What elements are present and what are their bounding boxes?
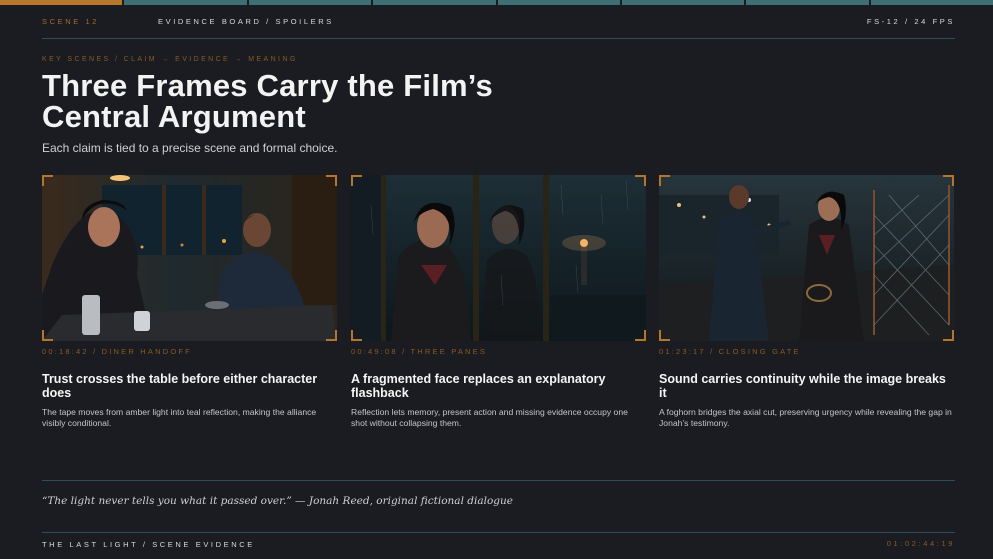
fps-label: FS-12 / 24 FPS — [866, 17, 955, 26]
frame-corner — [351, 330, 362, 341]
reflection-still-image — [351, 175, 646, 341]
card-heading: Sound carries continuity while the image… — [659, 372, 946, 400]
card-timecode: 01:23:17 / CLOSING GATE — [659, 347, 801, 356]
frame-corner — [943, 175, 954, 186]
progress-segment — [870, 0, 993, 5]
progress-segment — [373, 0, 496, 5]
board-label: EVIDENCE BOARD / SPOILERS — [158, 17, 334, 26]
progress-segment-active — [0, 0, 123, 5]
divider — [42, 38, 955, 39]
frame-corner — [635, 175, 646, 186]
progress-segment — [746, 0, 869, 5]
page-title: Three Frames Carry the Film’s Central Ar… — [42, 68, 493, 134]
card-body: The tape moves from amber light into tea… — [42, 407, 317, 428]
card-heading: Trust crosses the table before either ch… — [42, 372, 318, 400]
card-timecode: 00:18:42 / DINER HANDOFF — [42, 347, 192, 356]
pier-gate-still-image — [659, 175, 954, 341]
card-heading: A fragmented face replaces an explanator… — [351, 372, 606, 400]
card-timecode: 00:49:08 / THREE PANES — [351, 347, 488, 356]
evidence-card-diner[interactable]: 00:18:42 / DINER HANDOFF Trust crosses t… — [42, 175, 337, 429]
scene-still-panes[interactable] — [351, 175, 646, 341]
kicker: KEY SCENES / CLAIM → EVIDENCE → MEANING — [42, 56, 298, 63]
frame-corner — [659, 175, 670, 186]
scene-progress-bar — [0, 0, 993, 5]
top-bar: SCENE 12 EVIDENCE BOARD / SPOILERS FS-12… — [42, 17, 955, 31]
frame-corner — [326, 175, 337, 186]
progress-segment — [621, 0, 745, 5]
page-subtitle: Each claim is tied to a precise scene an… — [42, 141, 338, 155]
progress-segment — [248, 0, 372, 5]
evidence-card-panes[interactable]: 00:49:08 / THREE PANES A fragmented face… — [351, 175, 646, 429]
frame-corner — [943, 330, 954, 341]
scene-still-diner[interactable] — [42, 175, 337, 341]
footer-timecode: 01:02:44:19 — [886, 539, 955, 548]
divider — [42, 480, 955, 481]
frame-corner — [326, 330, 337, 341]
divider — [42, 532, 955, 533]
evidence-card-gate[interactable]: 01:23:17 / CLOSING GATE Sound carries co… — [659, 175, 954, 429]
frame-corner — [351, 175, 362, 186]
footer-title: THE LAST LIGHT / SCENE EVIDENCE — [42, 540, 255, 549]
scene-label: SCENE 12 — [42, 17, 100, 26]
scene-still-gate[interactable] — [659, 175, 954, 341]
frame-corner — [42, 175, 53, 186]
card-body: Reflection lets memory, present action a… — [351, 407, 628, 428]
frame-corner — [42, 330, 53, 341]
progress-segment — [124, 0, 247, 5]
progress-segment — [497, 0, 620, 5]
card-body: A foghorn bridges the axial cut, preserv… — [659, 407, 952, 428]
pull-quote: “The light never tells you what it passe… — [42, 495, 513, 507]
frame-corner — [635, 330, 646, 341]
diner-still-image — [42, 175, 337, 341]
frame-corner — [659, 330, 670, 341]
